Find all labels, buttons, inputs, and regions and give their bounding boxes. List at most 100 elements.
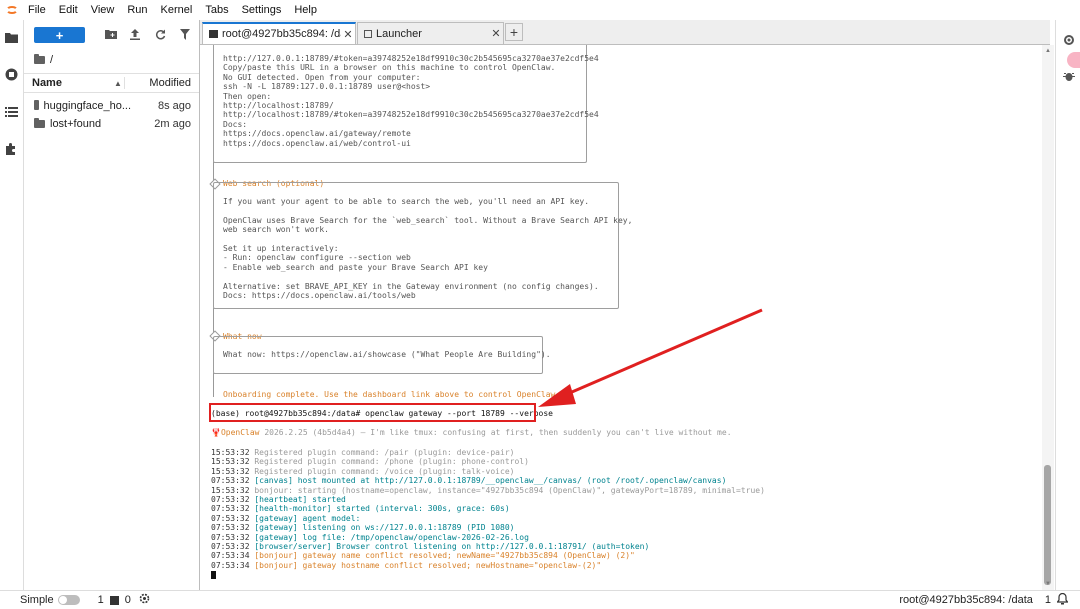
menu-file[interactable]: File: [28, 4, 46, 16]
column-name[interactable]: Name: [24, 77, 114, 89]
menu-settings[interactable]: Settings: [242, 4, 282, 16]
file-modified: 2m ago: [154, 118, 191, 130]
terminal-line: http://127.0.0.1:18789/#token=a39748252e…: [223, 54, 599, 63]
log-tag: [heartbeat]: [254, 495, 313, 504]
running-sessions-icon[interactable]: [5, 68, 18, 81]
scrollbar-thumb[interactable]: [1044, 465, 1051, 585]
log-tag: [gateway]: [254, 532, 303, 542]
column-modified[interactable]: Modified: [124, 77, 199, 89]
annotation-arrow-icon: [538, 308, 763, 407]
log-time: 07:53:32: [211, 504, 255, 514]
menu-help[interactable]: Help: [294, 4, 317, 16]
log-text: listening on ws://127.0.0.1:18789 (PID 1…: [302, 523, 515, 533]
menu-edit[interactable]: Edit: [59, 4, 78, 16]
kernel-count[interactable]: 0: [125, 594, 131, 606]
log-line: 07:53:32 [gateway] listening on ws://127…: [211, 523, 514, 532]
menu-view[interactable]: View: [91, 4, 115, 16]
log-tag: [gateway]: [254, 523, 303, 533]
left-activity-bar: [0, 20, 24, 590]
terminal-line: Set it up interactively:: [223, 244, 339, 253]
menu-tabs[interactable]: Tabs: [205, 4, 228, 16]
terminal-line: Docs:: [223, 119, 248, 129]
log-text: log file: /tmp/openclaw/openclaw-2026-02…: [302, 532, 529, 542]
log-line: 07:53:32 [gateway] agent model:: [211, 514, 360, 523]
scroll-up-icon[interactable]: ▲: [1045, 48, 1051, 54]
new-launcher-button[interactable]: +: [34, 27, 85, 43]
box-gutter-line: [213, 373, 214, 397]
table-of-contents-icon[interactable]: [5, 106, 18, 119]
log-text: bonjour: starting (hostname=openclaw, in…: [254, 485, 765, 495]
log-line: 15:53:32 Registered plugin command: /voi…: [211, 467, 514, 476]
terminal-line: Then open:: [223, 91, 272, 101]
breadcrumb-root[interactable]: /: [50, 54, 53, 66]
active-document-name: root@4927bb35c894: /data: [899, 594, 1033, 606]
log-text: agent model:: [302, 513, 361, 523]
terminal-count[interactable]: 1: [98, 594, 104, 606]
collaborator-avatar[interactable]: [1067, 52, 1080, 68]
list-item[interactable]: lost+found 2m ago: [24, 115, 199, 133]
close-icon[interactable]: ✕: [341, 28, 355, 41]
log-text: Registered plugin command: /phone (plugi…: [254, 457, 529, 467]
banner-name: OpenClaw: [220, 428, 260, 437]
log-line: 07:53:32 [browser/server] Browser contro…: [211, 542, 649, 551]
log-text: host mounted at http://127.0.0.1:18789/_…: [297, 476, 727, 486]
terminal-line: No GUI detected. Open from your computer…: [223, 72, 421, 82]
upload-icon[interactable]: [130, 29, 142, 41]
main-tab-bar: root@4927bb35c894: /dat ✕ Launcher ✕ +: [200, 20, 1050, 45]
log-line: 07:53:32 [canvas] host mounted at http:/…: [211, 476, 726, 485]
tab-terminal[interactable]: root@4927bb35c894: /dat ✕: [202, 22, 356, 44]
log-time: 07:53:32: [211, 476, 255, 486]
gear-icon[interactable]: [139, 593, 150, 607]
simple-mode-toggle[interactable]: [57, 595, 80, 605]
log-time: 07:53:32: [211, 542, 255, 551]
bell-icon[interactable]: [1056, 592, 1069, 608]
terminal-line: If you want your agent to be able to sea…: [223, 197, 590, 206]
folder-icon: [34, 100, 39, 110]
file-name: lost+found: [50, 118, 102, 130]
log-time: 15:53:32: [211, 448, 255, 457]
filter-icon[interactable]: [180, 29, 192, 41]
scroll-down-icon[interactable]: ▼: [1045, 581, 1051, 587]
log-line: 07:53:32 [health-monitor] started (inter…: [211, 504, 510, 513]
menu-bar: File Edit View Run Kernel Tabs Settings …: [0, 0, 1080, 19]
menu-kernel[interactable]: Kernel: [161, 4, 193, 16]
tab-launcher[interactable]: Launcher ✕: [357, 22, 504, 44]
file-browser: + / Name ▲ Modified huggingface_ho... 8s…: [24, 20, 200, 590]
list-item[interactable]: huggingface_ho... 8s ago: [24, 97, 199, 115]
terminal-line: http://localhost:18789/#token=a39748252e…: [223, 110, 599, 120]
terminal-scrollbar[interactable]: ▲ ▼: [1042, 45, 1054, 590]
extensions-puzzle-icon[interactable]: [5, 142, 18, 155]
file-modified: 8s ago: [157, 100, 191, 112]
log-text: started: [312, 495, 346, 504]
terminal-line: - Enable web_search and paste your Brave…: [223, 262, 488, 272]
refresh-icon[interactable]: [155, 29, 167, 41]
log-text: gateway name conflict resolved; newName=…: [302, 551, 635, 561]
terminal-line: OpenClaw uses Brave Search for the `web_…: [223, 215, 633, 225]
log-tag: [canvas]: [254, 476, 298, 486]
terminal-line: https://docs.openclaw.ai/gateway/remote: [223, 129, 411, 139]
log-time: 07:53:32: [211, 495, 255, 504]
add-tab-button[interactable]: +: [505, 23, 523, 41]
terminal-cursor: [211, 571, 216, 579]
log-line: 15:53:32 Registered plugin command: /pai…: [211, 448, 514, 457]
notification-count[interactable]: 1: [1045, 594, 1051, 606]
lobster-icon: 🦞: [211, 428, 221, 437]
terminal-line: - Run: openclaw configure --section web: [223, 253, 411, 263]
terminal-line: ssh -N -L 18789:127.0.0.1:18789 user@<ho…: [223, 82, 431, 92]
new-folder-icon[interactable]: [105, 29, 117, 41]
log-time: 07:53:32: [211, 523, 255, 533]
folder-icon[interactable]: [34, 54, 45, 64]
terminal-line: Copy/paste this URL in a browser on this…: [223, 63, 556, 73]
file-browser-toolbar: +: [24, 20, 199, 50]
file-name: huggingface_ho...: [43, 100, 131, 112]
menu-run[interactable]: Run: [127, 4, 147, 16]
folder-icon[interactable]: [5, 32, 18, 45]
status-bar: Simple 1 0 root@4927bb35c894: /data 1: [0, 590, 1080, 609]
onboarding-complete: Onboarding complete. Use the dashboard l…: [223, 390, 561, 399]
property-inspector-icon[interactable]: [1063, 34, 1075, 49]
log-text: gateway hostname conflict resolved; newH…: [302, 560, 602, 570]
simple-mode-label: Simple: [20, 594, 54, 606]
debugger-bug-icon[interactable]: [1063, 70, 1075, 85]
log-tag: [bonjour]: [254, 551, 303, 561]
close-icon[interactable]: ✕: [489, 27, 503, 40]
